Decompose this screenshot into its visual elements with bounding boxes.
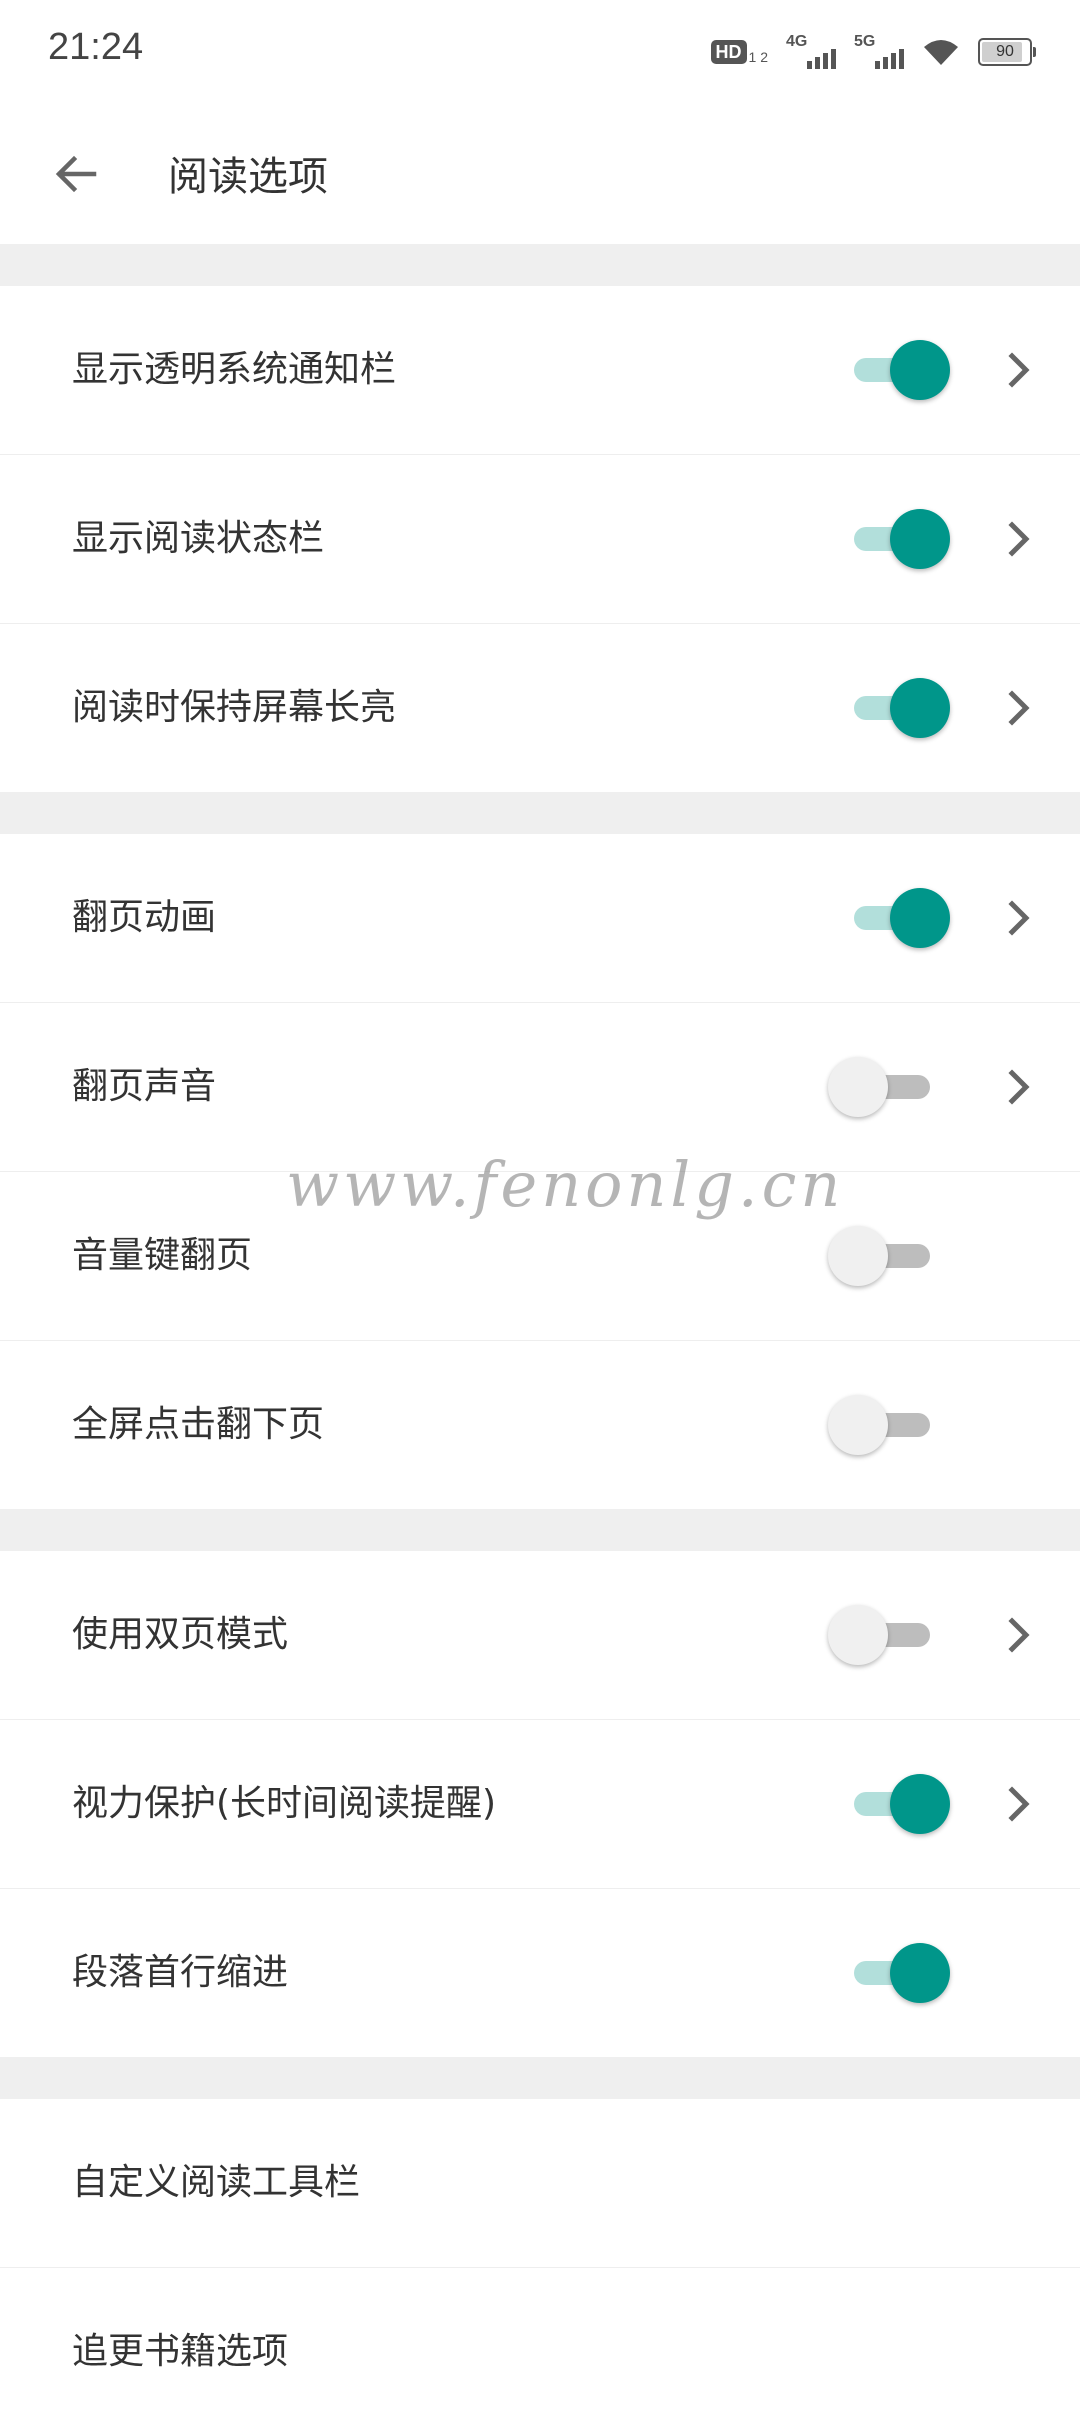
setting-custom-toolbar[interactable]: 自定义阅读工具栏 (0, 2099, 1080, 2268)
chevron-right-icon[interactable] (1000, 515, 1040, 563)
section-divider (0, 2057, 1080, 2099)
setting-label: 翻页声音 (72, 1066, 217, 1107)
signal-4g-icon: 4G (786, 33, 836, 69)
setting-keep-screen-on[interactable]: 阅读时保持屏幕长亮 (0, 624, 1080, 792)
setting-double-page-mode[interactable]: 使用双页模式 (0, 1551, 1080, 1720)
chevron-right-icon[interactable] (1000, 684, 1040, 732)
signal-5g-icon: 5G (854, 33, 904, 69)
chevron-right-icon[interactable] (1000, 1611, 1040, 1659)
chevron-right-icon[interactable] (1000, 1063, 1040, 1111)
arrow-left-icon (55, 155, 97, 193)
status-bar: 21:24 HD 1 2 4G 5G 90 (0, 0, 1080, 100)
setting-label: 阅读时保持屏幕长亮 (72, 687, 397, 728)
toggle-switch-off[interactable] (828, 1226, 930, 1286)
setting-label: 自定义阅读工具栏 (72, 2162, 361, 2203)
chevron-right-icon[interactable] (1000, 1780, 1040, 1828)
setting-label: 显示透明系统通知栏 (72, 349, 397, 390)
sim-index: 1 2 (748, 49, 768, 65)
chevron-right-icon[interactable] (1000, 346, 1040, 394)
network-5g-label: 5G (854, 33, 876, 50)
setting-transparent-notification-bar[interactable]: 显示透明系统通知栏 (0, 286, 1080, 455)
setting-label: 段落首行缩进 (72, 1952, 289, 1993)
setting-label: 显示阅读状态栏 (72, 518, 325, 559)
back-button[interactable] (40, 138, 112, 210)
setting-reading-status-bar[interactable]: 显示阅读状态栏 (0, 455, 1080, 624)
battery-level: 90 (996, 43, 1014, 60)
section-divider (0, 244, 1080, 286)
setting-label: 音量键翻页 (72, 1235, 253, 1276)
settings-list: 显示透明系统通知栏 显示阅读状态栏 阅读时保持屏幕长亮 翻页动画 翻页声音 音量… (0, 244, 1080, 2436)
setting-page-turn-sound[interactable]: 翻页声音 (0, 1003, 1080, 1172)
battery-icon: 90 (978, 38, 1036, 66)
toggle-switch-off[interactable] (828, 1057, 930, 1117)
section-divider (0, 792, 1080, 834)
status-icons: HD 1 2 4G 5G 90 (710, 32, 1036, 72)
hd-badge: HD (710, 40, 747, 64)
toggle-switch-on[interactable] (850, 678, 950, 738)
setting-label: 使用双页模式 (72, 1614, 289, 1655)
network-4g-label: 4G (786, 33, 808, 50)
setting-volume-key-turn[interactable]: 音量键翻页 (0, 1172, 1080, 1341)
toggle-switch-on[interactable] (850, 509, 950, 569)
toggle-switch-on[interactable] (850, 1943, 950, 2003)
chevron-right-icon[interactable] (1000, 894, 1040, 942)
toggle-switch-off[interactable] (828, 1395, 930, 1455)
toggle-switch-on[interactable] (850, 340, 950, 400)
hd-volte-icon: HD 1 2 (710, 40, 768, 65)
toggle-switch-off[interactable] (828, 1605, 930, 1665)
page-title: 阅读选项 (168, 154, 328, 200)
toggle-switch-on[interactable] (850, 1774, 950, 1834)
status-time: 21:24 (48, 26, 144, 68)
setting-page-turn-animation[interactable]: 翻页动画 (0, 834, 1080, 1003)
setting-label: 翻页动画 (72, 897, 217, 938)
setting-paragraph-indent[interactable]: 段落首行缩进 (0, 1889, 1080, 2057)
toggle-switch-on[interactable] (850, 888, 950, 948)
section-divider (0, 1509, 1080, 1551)
setting-label: 视力保护(长时间阅读提醒) (72, 1783, 497, 1824)
setting-eye-protection[interactable]: 视力保护(长时间阅读提醒) (0, 1720, 1080, 1889)
wifi-icon (922, 37, 960, 67)
setting-label: 全屏点击翻下页 (72, 1404, 325, 1445)
app-bar: 阅读选项 (0, 100, 1080, 244)
setting-follow-books[interactable]: 追更书籍选项 (0, 2268, 1080, 2436)
setting-label: 追更书籍选项 (72, 2331, 289, 2372)
setting-fullscreen-tap-next[interactable]: 全屏点击翻下页 (0, 1341, 1080, 1509)
